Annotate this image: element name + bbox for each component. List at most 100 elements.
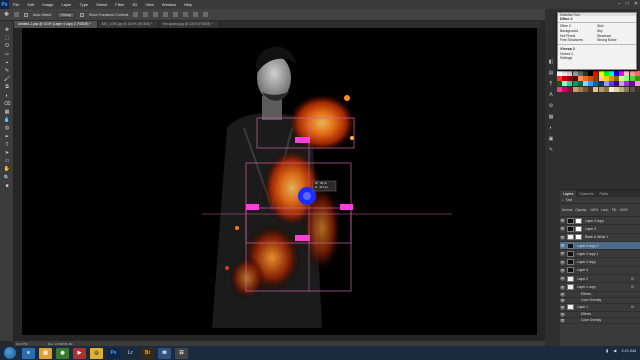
layer-name[interactable]: Layer 4 copy (577, 260, 596, 264)
layer-thumbnail[interactable] (567, 242, 574, 249)
align-bottom-icon[interactable] (153, 12, 159, 17)
foreground-color-tool-icon[interactable]: ■ (3, 183, 11, 189)
document-tab[interactable]: IMG_1090.jpg @ 16.6% (RGB/8) * (97, 21, 160, 28)
blur-tool-icon[interactable]: 💧 (3, 117, 11, 123)
distribute-icon[interactable] (193, 12, 199, 17)
align-right-icon[interactable] (183, 12, 189, 17)
layer-row[interactable]: 👁 Layer 4 copy 2 (560, 241, 640, 251)
layer-name[interactable]: Layer 1 (577, 305, 588, 309)
layer-row[interactable]: 👁 Layer 1 fx (560, 304, 640, 312)
layer-row[interactable]: 👁 Layer 4 copy (560, 258, 640, 267)
document-tab[interactable]: fire-sparks.jpg @ 100% (RGB/8) * (159, 21, 220, 28)
3d-mode-icon[interactable] (203, 12, 209, 17)
history-brush-tool-icon[interactable]: ◐ (3, 93, 11, 99)
mail-icon[interactable]: ✉ (158, 347, 171, 359)
canvas-area[interactable]: W : 49 px H : 127 px (14, 28, 545, 341)
file-explorer-icon[interactable]: ▤ (39, 347, 52, 359)
popup-option[interactable]: Strong Noise (597, 38, 634, 42)
menu-select[interactable]: Select (92, 2, 111, 7)
internet-explorer-icon[interactable]: e (22, 347, 35, 359)
popup-option[interactable]: Background (560, 29, 597, 33)
menu-window[interactable]: Window (158, 2, 180, 7)
layer-thumbnail[interactable] (567, 225, 574, 232)
pen-tool-icon[interactable]: ✒ (3, 134, 11, 140)
layer-thumbnail[interactable] (567, 284, 574, 291)
layer-fx-icon[interactable]: fx (631, 285, 634, 289)
maximize-button[interactable]: □ (626, 1, 629, 7)
layer-mask-thumbnail[interactable] (575, 225, 582, 232)
zoom-tool-icon[interactable]: 🔍 (3, 175, 11, 181)
layer-name[interactable]: Black & White 1 (585, 235, 608, 239)
layer-name[interactable]: Effects (581, 292, 591, 296)
popup-row-settings[interactable]: Settings (558, 56, 636, 60)
auto-select-checkbox[interactable] (24, 12, 29, 17)
crop-tool-icon[interactable]: ✂ (3, 52, 11, 58)
layer-thumbnail[interactable] (567, 275, 574, 282)
color-swatch[interactable] (634, 86, 640, 92)
layer-fx-icon[interactable]: fx (631, 277, 634, 281)
layer-row[interactable]: 👁 Layer 3 copy (560, 217, 640, 226)
network-icon[interactable]: ▮ (606, 348, 608, 353)
gradient-tool-icon[interactable]: ▦ (3, 109, 11, 115)
layer-mask-thumbnail[interactable] (575, 217, 582, 224)
layer-row[interactable]: 👁 Layer 1 copy fx (560, 283, 640, 292)
visibility-eye-icon[interactable]: 👁 (560, 251, 565, 256)
opacity-input[interactable]: 100% (590, 208, 598, 212)
layer-name[interactable]: Color Overlay (581, 318, 601, 322)
layer-effect-row[interactable]: 👁 Color Overlay (560, 318, 640, 324)
layers-comps-icon[interactable]: ▣ (547, 136, 555, 142)
fill-input[interactable]: 100% (620, 208, 628, 212)
visibility-eye-icon[interactable]: 👁 (560, 243, 565, 248)
visibility-eye-icon[interactable]: 👁 (560, 226, 565, 231)
visibility-eye-icon[interactable]: 👁 (560, 285, 565, 290)
menu-view[interactable]: View (141, 2, 158, 7)
layer-name[interactable]: Layer 3 (585, 227, 596, 231)
visibility-eye-icon[interactable]: 👁 (560, 292, 565, 297)
document-tab[interactable]: Untitled-1.psd @ 101% (Layer 4 copy 2, R… (14, 21, 98, 28)
eyedropper-tool-icon[interactable]: ⌖ (3, 60, 11, 66)
layer-thumbnail[interactable] (567, 267, 574, 274)
layer-thumbnail[interactable] (567, 259, 574, 266)
popup-heading[interactable]: Dfine 2 (558, 16, 636, 23)
history-icon[interactable]: ◧ (547, 59, 555, 65)
layer-name[interactable]: Color Overlay (581, 298, 601, 302)
tool-preset-icon[interactable] (14, 12, 20, 17)
layer-fx-icon[interactable]: fx (631, 305, 634, 309)
popup-option[interactable]: Dfine 2 (560, 24, 597, 28)
visibility-eye-icon[interactable]: 👁 (560, 312, 565, 317)
adjustments-icon[interactable]: ◐ (547, 125, 555, 131)
popup-option[interactable]: Shadows (597, 34, 634, 38)
show-transform-checkbox[interactable] (79, 12, 84, 17)
start-button[interactable] (4, 347, 16, 359)
tab-paths[interactable]: Paths (597, 190, 612, 197)
volume-icon[interactable]: ◀ (613, 348, 616, 353)
tab-channels[interactable]: Channels (576, 190, 596, 197)
tab-layers[interactable]: Layers (560, 190, 577, 197)
layer-row[interactable]: 👁 Layer 3 (560, 225, 640, 234)
layer-thumbnail[interactable] (567, 234, 574, 241)
layer-row[interactable]: 👁 Layer 4 copy 1 (560, 250, 640, 259)
move-tool-icon[interactable]: ✥ (4, 11, 9, 18)
layer-name[interactable]: Layer 4 (577, 268, 588, 272)
menu-filter[interactable]: Filter (111, 2, 128, 7)
layer-name[interactable]: Layer 4 copy 2 (577, 244, 599, 248)
hand-tool-icon[interactable]: ✋ (3, 166, 11, 172)
popup-option[interactable]: Hot Pixels (560, 34, 597, 38)
popup-option[interactable]: Sky (597, 29, 634, 33)
align-center-icon[interactable] (173, 12, 179, 17)
layer-name[interactable]: Layer 2 (577, 277, 588, 281)
layer-name[interactable]: Layer 4 copy 1 (577, 252, 599, 256)
filter-kind-dropdown[interactable]: Kind (566, 198, 572, 202)
layer-row[interactable]: 👁 Layer 2 fx (560, 275, 640, 284)
layer-thumbnail[interactable] (567, 250, 574, 257)
visibility-eye-icon[interactable]: 👁 (560, 218, 565, 223)
lightroom-icon[interactable]: Lr (124, 347, 137, 359)
eraser-tool-icon[interactable]: ⌫ (3, 101, 11, 107)
healing-tool-icon[interactable]: ✎ (3, 68, 11, 74)
swatches-panel[interactable] (557, 71, 640, 119)
visibility-eye-icon[interactable]: 👁 (560, 235, 565, 240)
brush-tool-icon[interactable]: 🖌 (3, 76, 11, 82)
auto-select-dropdown[interactable]: Group (57, 11, 75, 18)
visibility-eye-icon[interactable]: 👁 (560, 318, 565, 323)
layer-name[interactable]: Layer 3 copy (585, 219, 604, 223)
